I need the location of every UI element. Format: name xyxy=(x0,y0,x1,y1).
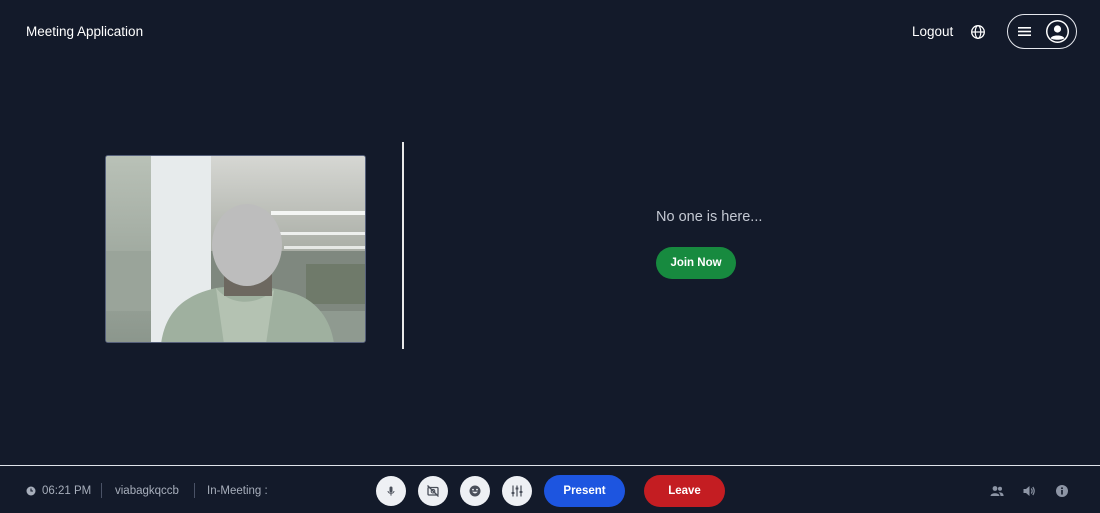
account-menu-button[interactable] xyxy=(1007,14,1077,49)
emoji-reaction-icon xyxy=(469,485,481,497)
empty-room-message: No one is here... xyxy=(656,209,763,225)
footer-separator xyxy=(194,483,195,498)
hamburger-icon xyxy=(1018,27,1031,36)
camera-off-icon xyxy=(427,485,439,497)
self-video-preview xyxy=(105,155,366,343)
volume-icon[interactable] xyxy=(1022,484,1036,498)
content-divider xyxy=(402,142,404,349)
join-now-button[interactable]: Join Now xyxy=(656,247,736,279)
top-bar: Meeting Application Logout xyxy=(0,0,1100,64)
clock-icon xyxy=(26,486,36,496)
microphone-button[interactable] xyxy=(376,476,406,506)
footer-separator xyxy=(101,483,102,498)
participants-icon[interactable] xyxy=(990,484,1004,498)
microphone-icon xyxy=(387,486,395,496)
user-avatar-icon xyxy=(1046,20,1069,43)
leave-button[interactable]: Leave xyxy=(644,475,725,507)
reactions-button[interactable] xyxy=(460,476,490,506)
settings-button[interactable] xyxy=(502,476,532,506)
logout-link[interactable]: Logout xyxy=(912,24,953,39)
meeting-status: In-Meeting : xyxy=(207,485,268,497)
camera-feed-image xyxy=(106,156,365,342)
globe-icon[interactable] xyxy=(970,24,986,40)
meeting-time: 06:21 PM xyxy=(42,485,92,497)
present-button[interactable]: Present xyxy=(544,475,625,507)
app-title: Meeting Application xyxy=(26,24,144,39)
settings-sliders-icon xyxy=(511,485,523,497)
bottom-toolbar: 06:21 PM viabagkqccb In-Meeting : Presen… xyxy=(0,466,1100,513)
info-icon[interactable] xyxy=(1055,484,1069,498)
camera-toggle-button[interactable] xyxy=(418,476,448,506)
meeting-code: viabagkqccb xyxy=(115,485,179,497)
